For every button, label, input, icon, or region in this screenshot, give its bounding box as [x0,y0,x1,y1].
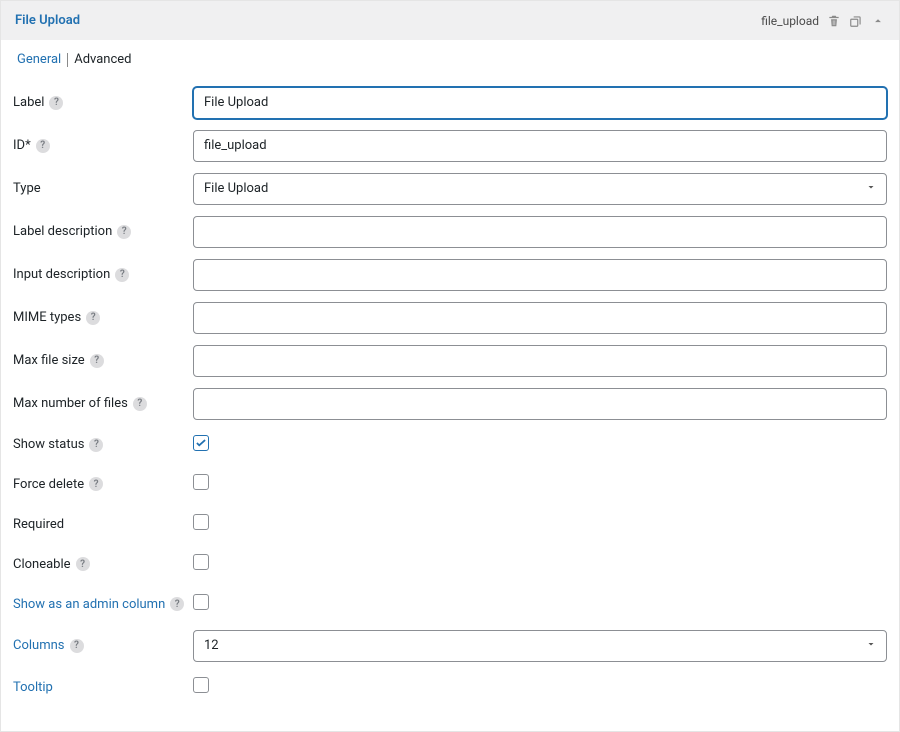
panel-header-actions: file_upload [761,14,885,28]
field-panel: File Upload file_upload General Advanced… [0,0,900,732]
field-label: Label [13,95,44,110]
label-description-input[interactable] [193,216,887,248]
row-tooltip: Tooltip [11,667,889,707]
row-force-delete: Force delete ? [11,464,889,504]
collapse-icon[interactable] [871,14,885,28]
tooltip-checkbox[interactable] [193,677,209,693]
field-label: Required [13,517,64,532]
field-label: MIME types [13,310,81,325]
help-icon[interactable]: ? [89,438,103,452]
trash-icon[interactable] [827,14,841,28]
row-max-files: Max number of files ? [11,382,889,425]
mime-types-input[interactable] [193,302,887,334]
field-label: Force delete [13,477,84,492]
field-label: ID* [13,138,31,153]
field-label[interactable]: Columns [13,638,65,653]
panel-header: File Upload file_upload [1,1,899,40]
show-status-checkbox[interactable] [193,435,209,451]
field-label: Label description [13,224,112,239]
row-mime-types: MIME types ? [11,296,889,339]
help-icon[interactable]: ? [117,225,131,239]
help-icon[interactable]: ? [115,268,129,282]
field-label[interactable]: Show as an admin column [13,597,165,612]
row-type: Type File Upload [11,167,889,210]
help-icon[interactable]: ? [36,139,50,153]
help-icon[interactable]: ? [86,311,100,325]
field-label: Type [13,181,41,196]
type-select[interactable]: File Upload [193,173,887,205]
row-max-file-size: Max file size ? [11,339,889,382]
columns-select[interactable]: 12 [193,630,887,662]
tab-advanced[interactable]: Advanced [68,52,137,67]
row-show-status: Show status ? [11,425,889,464]
field-label: Show status [13,437,84,452]
row-input-description: Input description ? [11,253,889,296]
field-label: Input description [13,267,110,282]
row-admin-column: Show as an admin column ? [11,584,889,624]
panel-title: File Upload [15,13,80,28]
form-body: Label ? ID* ? Type File Up [1,75,899,731]
required-checkbox[interactable] [193,514,209,530]
field-label: Max number of files [13,396,128,411]
help-icon[interactable]: ? [49,96,63,110]
help-icon[interactable]: ? [90,354,104,368]
row-label-description: Label description ? [11,210,889,253]
row-id: ID* ? [11,124,889,167]
row-cloneable: Cloneable ? [11,544,889,584]
field-label: Max file size [13,353,85,368]
tabs: General Advanced [1,40,899,75]
help-icon[interactable]: ? [70,639,84,653]
field-label[interactable]: Tooltip [13,680,53,695]
row-columns: Columns ? 12 [11,624,889,667]
help-icon[interactable]: ? [76,557,90,571]
help-icon[interactable]: ? [133,397,147,411]
max-file-size-input[interactable] [193,345,887,377]
max-files-input[interactable] [193,388,887,420]
tab-general[interactable]: General [11,52,67,67]
row-required: Required [11,504,889,544]
label-input[interactable] [193,87,887,119]
field-label: Cloneable [13,557,71,572]
help-icon[interactable]: ? [89,477,103,491]
help-icon[interactable]: ? [170,597,184,611]
cloneable-checkbox[interactable] [193,554,209,570]
force-delete-checkbox[interactable] [193,474,209,490]
admin-column-checkbox[interactable] [193,594,209,610]
duplicate-icon[interactable] [849,14,863,28]
field-slug: file_upload [761,14,819,28]
input-description-input[interactable] [193,259,887,291]
row-label: Label ? [11,81,889,124]
id-input[interactable] [193,130,887,162]
